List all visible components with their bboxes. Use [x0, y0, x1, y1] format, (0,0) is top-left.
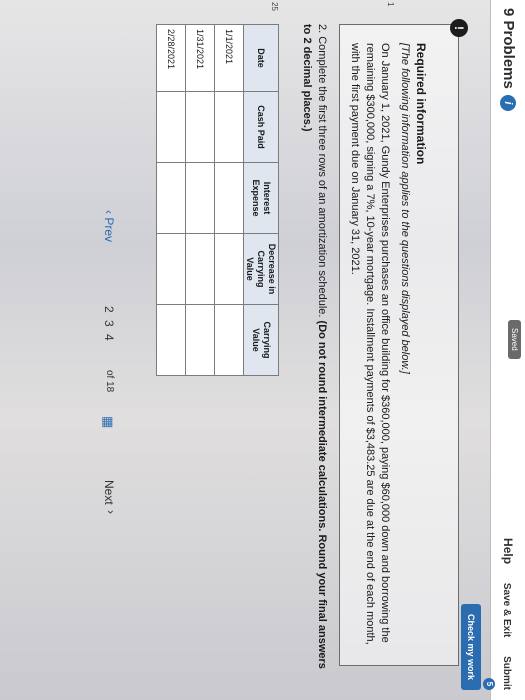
pagination: ‹ Prev 2 3 4 of 18 ▦ Next › [94, 210, 120, 570]
decrease-carrying-value-input[interactable] [214, 233, 244, 305]
page-count: of 18 [104, 370, 115, 393]
next-icon: › [104, 510, 118, 514]
next-button[interactable]: Next [102, 480, 116, 505]
prev-button[interactable]: ‹ Prev [102, 210, 116, 242]
required-info-body: On January 1, 2021, Gundy Enterprises pu… [349, 43, 391, 645]
screen: 9 Problems i Saved Help Save & Exit Submi… [0, 0, 525, 700]
table-header-row: Date Cash Paid Interest Expense Decrease… [243, 24, 279, 376]
header-interest-expense: Interest Expense [243, 162, 279, 234]
amortization-table: Date Cash Paid Interest Expense Decrease… [156, 24, 279, 376]
date-cell: 1/1/2021 [214, 24, 244, 92]
saved-indicator: Saved [508, 320, 521, 359]
decrease-carrying-value-input[interactable] [185, 233, 215, 305]
table-row: 2/28/2021 [156, 24, 186, 376]
header-decrease-carrying-value: Decrease in Carrying Value [243, 233, 279, 305]
cash-paid-input[interactable] [214, 91, 244, 163]
submit-link[interactable]: Submit [501, 656, 512, 690]
interest-expense-input[interactable] [185, 162, 215, 234]
question-prompt: 2. Complete the first three rows of an a… [299, 24, 329, 674]
decrease-carrying-value-input[interactable] [156, 233, 186, 305]
header-cash-paid: Cash Paid [243, 91, 279, 163]
date-cell: 1/31/2021 [185, 24, 215, 92]
question-text: 2. Complete the first three rows of an a… [316, 24, 328, 318]
save-exit-link[interactable]: Save & Exit [501, 583, 512, 637]
required-information-box: ! Required information [The following in… [339, 19, 468, 666]
alert-icon: ! [450, 19, 468, 37]
interest-expense-input[interactable] [214, 162, 244, 234]
info-icon[interactable]: i [500, 94, 516, 111]
count-badge: 5 [483, 678, 495, 690]
check-my-work-button[interactable]: Check my work [461, 603, 481, 690]
problems-title: 9 Problems i [500, 8, 517, 111]
table-row: 1/1/2021 [214, 24, 244, 376]
header-carrying-value: Carrying Value [243, 304, 279, 376]
required-info-note: [The following information applies to th… [399, 43, 411, 374]
problems-label: 9 Problems [500, 8, 517, 89]
grid-icon[interactable]: ▦ [100, 416, 116, 428]
top-links: Help Save & Exit Submit [501, 522, 515, 690]
cash-paid-input[interactable] [185, 91, 215, 163]
cash-paid-input[interactable] [156, 91, 186, 163]
required-info-title: Required information [414, 43, 428, 165]
side-number: 25 [270, 2, 279, 11]
side-number: 1 [386, 2, 395, 7]
date-cell: 2/28/2021 [156, 24, 186, 92]
top-bar: 9 Problems i Saved Help Save & Exit Submi… [490, 0, 525, 700]
prev-label: Prev [102, 217, 116, 243]
carrying-value-input[interactable] [185, 304, 215, 376]
carrying-value-input[interactable] [156, 304, 186, 376]
interest-expense-input[interactable] [156, 162, 186, 234]
page-numbers[interactable]: 2 3 4 [102, 306, 116, 343]
carrying-value-input[interactable] [214, 304, 244, 376]
table-row: 1/31/2021 [185, 24, 215, 376]
header-date: Date [243, 24, 279, 92]
help-link[interactable]: Help [501, 538, 515, 564]
